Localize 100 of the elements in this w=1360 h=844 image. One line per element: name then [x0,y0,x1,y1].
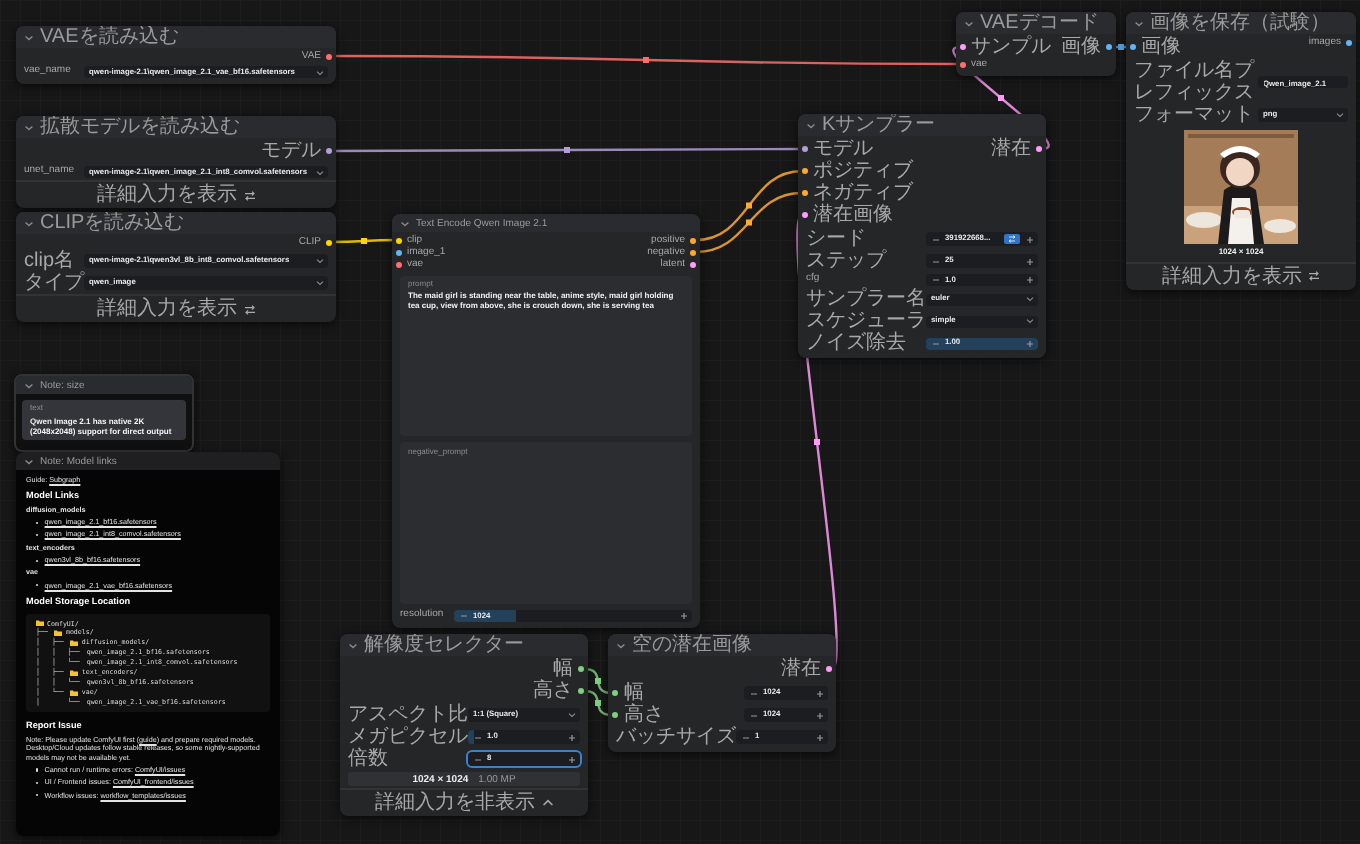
output-label: 画像 [1061,36,1101,58]
connection-dot[interactable] [612,690,618,696]
widget-label: フォーマット [1134,104,1256,126]
minus-icon[interactable] [473,755,481,763]
widget-label: メガピクセル [348,726,468,748]
widget-label: アスペクト比 [348,704,468,726]
widget-label: ステップ [806,250,889,272]
widget-label: 倍数 [348,748,390,770]
connection-dot[interactable] [690,261,696,267]
widget-label: 高さ [624,704,666,726]
widget-label: タイプ [24,272,84,294]
connection-dot[interactable] [1036,146,1042,152]
minus-icon[interactable] [749,711,757,719]
collapse-icon[interactable] [24,33,34,41]
collapse-icon[interactable] [964,19,974,27]
connection-dot[interactable] [826,666,832,672]
plus-icon[interactable] [567,733,575,741]
randomize-button[interactable] [1003,234,1019,244]
show-inputs-button[interactable]: 詳細入力を表示 [16,180,336,209]
caret-icon[interactable] [1025,318,1033,325]
connection-dot[interactable] [1130,44,1136,50]
plus-icon[interactable] [1025,257,1033,265]
caret-icon[interactable] [1025,296,1033,303]
caret-icon[interactable] [1335,112,1343,118]
node-header[interactable]: VAEを読み込む [16,26,336,48]
caret-icon[interactable] [315,258,323,264]
connection-dot[interactable] [960,61,966,67]
collapse-icon[interactable] [24,219,34,227]
plus-icon[interactable] [815,711,823,719]
link-wire[interactable] [583,689,613,717]
link-wire[interactable] [332,147,802,153]
connection-dot[interactable] [396,261,402,267]
node-title: CLIPを読み込む [40,212,185,234]
caret-icon[interactable] [567,712,575,718]
plus-icon[interactable] [679,611,687,620]
minus-icon[interactable] [749,689,757,697]
connection-dot[interactable] [578,688,584,694]
connection-dot[interactable] [326,239,332,245]
show-inputs-button[interactable]: 詳細入力を表示 [16,294,336,322]
connection-dot[interactable] [690,237,696,243]
output-label: 幅 [553,658,573,680]
plus-icon[interactable] [815,733,823,741]
swap-icon [1308,270,1320,283]
caret-icon[interactable] [315,69,323,76]
collapse-icon[interactable] [1134,19,1144,27]
connection-dot[interactable] [326,148,332,154]
collapse-icon[interactable] [348,641,358,649]
caret-icon[interactable] [315,280,323,286]
link-wire[interactable] [695,191,803,254]
node-header[interactable]: 画像を保存（試験） [1126,12,1356,34]
plus-icon[interactable] [567,755,575,763]
input-label: 潜在画像 [813,204,893,226]
plus-icon[interactable] [1025,339,1033,348]
collapse-icon[interactable] [616,641,626,649]
connection-dot[interactable] [960,44,966,50]
swap-icon [243,189,255,202]
plus-icon[interactable] [1025,276,1033,285]
minus-icon[interactable] [741,733,749,741]
collapse-icon[interactable] [400,219,410,227]
collapse-icon[interactable] [24,381,34,389]
connection-dot[interactable] [612,712,618,718]
widget-label: ノイズ除去 [806,332,908,355]
hide-inputs-button[interactable]: 詳細入力を非表示 [340,788,588,816]
node-header[interactable]: 拡散モデルを読み込む [16,116,336,138]
node-title: VAEデコード [980,12,1099,34]
input-label: モデル [813,138,873,160]
minus-icon[interactable] [931,235,939,243]
connection-dot[interactable] [396,249,402,255]
connection-dot[interactable] [802,146,808,152]
output-label: 潜在 [991,138,1031,160]
widget-label: ファイル名プレフィックス [1134,60,1257,104]
link-wire[interactable] [583,667,613,695]
collapse-icon[interactable] [24,457,34,465]
connection-dot[interactable] [396,237,402,243]
connection-dot[interactable] [578,666,584,672]
widget-label: 幅 [624,682,646,704]
collapse-icon[interactable] [24,123,34,131]
show-inputs-button[interactable]: 詳細入力を表示 [1126,261,1356,290]
plus-icon[interactable] [1025,235,1033,243]
link-wire[interactable] [332,238,396,244]
connection-dot[interactable] [1106,44,1112,50]
node-header[interactable]: VAEデコード [956,12,1116,34]
caret-icon[interactable] [315,169,323,176]
minus-icon[interactable] [931,257,939,265]
collapse-icon[interactable] [806,121,816,129]
connection-dot[interactable] [1346,39,1352,45]
input-label: ネガティブ [813,182,913,204]
link-wire[interactable] [1112,44,1130,50]
connection-dot[interactable] [802,212,808,218]
connection-dot[interactable] [802,190,808,196]
input-label: 画像 [1141,36,1181,58]
connection-dot[interactable] [802,168,808,174]
node-header[interactable]: CLIPを読み込む [16,212,336,234]
connection-dot[interactable] [690,249,696,255]
minus-icon[interactable] [473,733,481,741]
widget-label: スケジューラ [806,310,926,333]
input-label: サンプル [971,36,1051,58]
link-wire[interactable] [695,169,803,242]
connection-dot[interactable] [326,53,332,59]
plus-icon[interactable] [815,689,823,697]
